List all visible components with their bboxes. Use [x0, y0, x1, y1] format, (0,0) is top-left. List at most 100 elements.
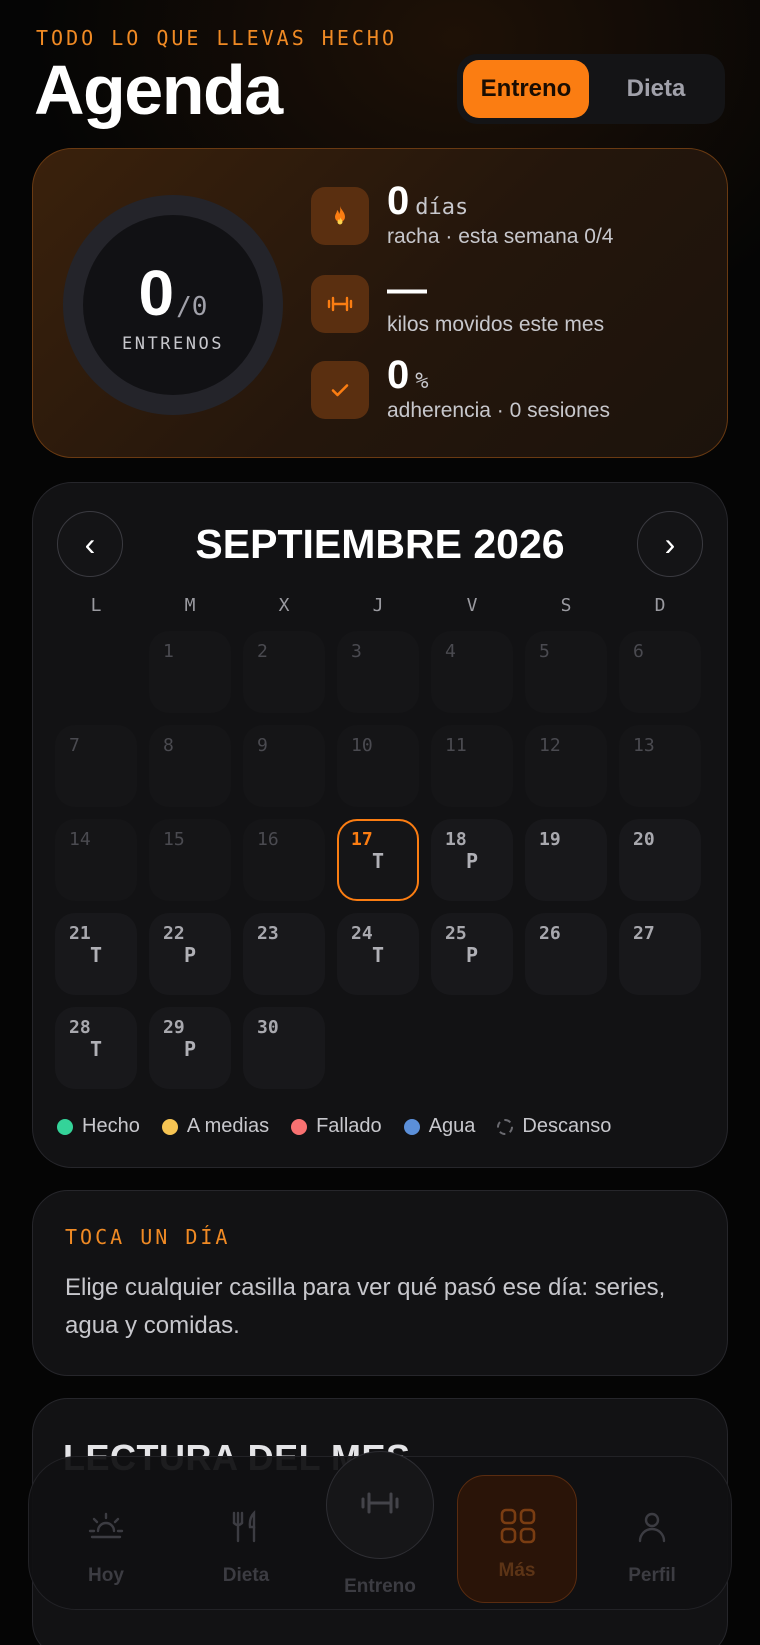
- day-number: 18: [445, 829, 467, 850]
- calendar-card: ‹ SEPTIEMBRE 2026 › LMXJVSD 1 2 3 4 5 6 7 8 9 10 1…: [32, 482, 728, 1168]
- day-number: 3: [351, 641, 362, 662]
- nav-dieta-label: Dieta: [222, 1565, 270, 1586]
- weekday-label: D: [654, 595, 666, 616]
- calendar-day[interactable]: 30: [243, 1007, 325, 1089]
- fork-knife-icon: [226, 1507, 266, 1547]
- calendar-day[interactable]: 1: [149, 631, 231, 713]
- day-hint-card: TOCA UN DÍA Elige cualquier casilla para…: [32, 1190, 728, 1376]
- calendar-day[interactable]: 27: [619, 913, 701, 995]
- next-month-button[interactable]: ›: [637, 511, 703, 577]
- legend-label: Agua: [428, 1115, 476, 1137]
- day-session-tag: T: [371, 849, 385, 873]
- summary-card: 0 /0 ENTRENOS 0 días racha · esta semana…: [32, 148, 728, 458]
- nav-perfil-label: Perfil: [628, 1565, 676, 1586]
- calendar-day[interactable]: 25 P: [431, 913, 513, 995]
- calendar-day[interactable]: 7: [55, 725, 137, 807]
- prev-month-button[interactable]: ‹: [57, 511, 123, 577]
- hint-title: TOCA UN DÍA: [65, 1225, 231, 1249]
- tab-entreno[interactable]: Entreno: [463, 60, 589, 118]
- day-number: 14: [69, 829, 91, 850]
- legend-dot: [57, 1118, 73, 1135]
- page-eyebrow: TODO LO QUE LLEVAS HECHO: [36, 26, 397, 50]
- legend-item: A medias: [161, 1115, 269, 1138]
- kilos-stat: — kilos movidos este mes: [311, 267, 711, 345]
- legend-item: Hecho: [57, 1115, 140, 1138]
- day-number: 15: [163, 829, 185, 850]
- calendar-day[interactable]: 21 T: [55, 913, 137, 995]
- legend-label: Descanso: [522, 1115, 612, 1137]
- legend-dot: [161, 1118, 178, 1135]
- calendar-day[interactable]: 3: [337, 631, 419, 713]
- calendar-day-today[interactable]: 17 T: [337, 819, 419, 901]
- day-session-tag: T: [371, 943, 385, 967]
- calendar-day[interactable]: 19: [525, 819, 607, 901]
- adherence-value: 0: [387, 353, 410, 397]
- day-number: 7: [69, 735, 80, 756]
- check-icon: [311, 361, 369, 419]
- day-number: 5: [539, 641, 550, 662]
- hint-body: Elige cualquier casilla para ver qué pas…: [65, 1274, 666, 1339]
- weekday-label: S: [560, 595, 572, 616]
- workouts-total: /0: [176, 292, 208, 322]
- dumbbell-icon: [359, 1490, 401, 1521]
- legend-dot: [497, 1118, 514, 1135]
- grid-icon: [498, 1506, 538, 1546]
- page-title: Agenda: [34, 51, 283, 129]
- nav-perfil[interactable]: Perfil: [587, 1457, 717, 1611]
- calendar-day[interactable]: 5: [525, 631, 607, 713]
- calendar-day[interactable]: 4: [431, 631, 513, 713]
- day-number: 22: [163, 923, 185, 944]
- calendar-day[interactable]: 20: [619, 819, 701, 901]
- legend-label: Hecho: [82, 1115, 140, 1137]
- calendar-day[interactable]: 12: [525, 725, 607, 807]
- calendar-day[interactable]: 9: [243, 725, 325, 807]
- streak-description: racha · esta semana 0/4: [387, 225, 614, 248]
- day-number: 17: [351, 829, 373, 850]
- calendar-day[interactable]: 15: [149, 819, 231, 901]
- nav-entreno-button[interactable]: [326, 1451, 434, 1559]
- legend-label: Fallado: [316, 1115, 382, 1137]
- calendar-day[interactable]: 26: [525, 913, 607, 995]
- day-number: 2: [257, 641, 268, 662]
- calendar-day[interactable]: 2: [243, 631, 325, 713]
- calendar-day[interactable]: 8: [149, 725, 231, 807]
- sunrise-icon: [86, 1507, 126, 1547]
- calendar-day[interactable]: 13: [619, 725, 701, 807]
- day-number: 21: [69, 923, 91, 944]
- day-session-tag: P: [183, 943, 197, 967]
- day-number: 24: [351, 923, 373, 944]
- tab-dieta[interactable]: Dieta: [593, 60, 719, 118]
- calendar-day[interactable]: 6: [619, 631, 701, 713]
- calendar-day[interactable]: 18 P: [431, 819, 513, 901]
- day-number: 1: [163, 641, 174, 662]
- calendar-day[interactable]: 14: [55, 819, 137, 901]
- weekday-label: L: [90, 595, 102, 616]
- day-number: 28: [69, 1017, 91, 1038]
- weekday-label: V: [466, 595, 478, 616]
- calendar-day[interactable]: 24 T: [337, 913, 419, 995]
- calendar-day[interactable]: 28 T: [55, 1007, 137, 1089]
- weekday-header: LMXJVSD: [55, 595, 709, 616]
- calendar-day[interactable]: 23: [243, 913, 325, 995]
- nav-mas[interactable]: Más: [457, 1475, 577, 1603]
- day-number: 20: [633, 829, 655, 850]
- nav-mas-label: Más: [498, 1560, 536, 1581]
- calendar-grid: 1 2 3 4 5 6 7 8 9 10 11 12 13 14 15 16 17 T 18 P 19 20 21 T 22 P 2…: [55, 631, 709, 1089]
- day-number: 10: [351, 735, 373, 756]
- calendar-day[interactable]: 11: [431, 725, 513, 807]
- nav-dieta[interactable]: Dieta: [181, 1457, 311, 1611]
- legend-dot: [403, 1118, 420, 1135]
- calendar-day[interactable]: 10: [337, 725, 419, 807]
- kilos-value: —: [387, 267, 427, 311]
- nav-hoy[interactable]: Hoy: [41, 1457, 171, 1611]
- day-number: 12: [539, 735, 561, 756]
- weekday-label: M: [184, 595, 196, 616]
- calendar-day[interactable]: 16: [243, 819, 325, 901]
- day-session-tag: T: [89, 1037, 103, 1061]
- legend-item: Fallado: [291, 1115, 382, 1138]
- kilos-description: kilos movidos este mes: [387, 313, 605, 336]
- streak-unit: días: [415, 195, 469, 220]
- calendar-day[interactable]: 29 P: [149, 1007, 231, 1089]
- workouts-ring: 0 /0 ENTRENOS: [63, 195, 283, 415]
- calendar-day[interactable]: 22 P: [149, 913, 231, 995]
